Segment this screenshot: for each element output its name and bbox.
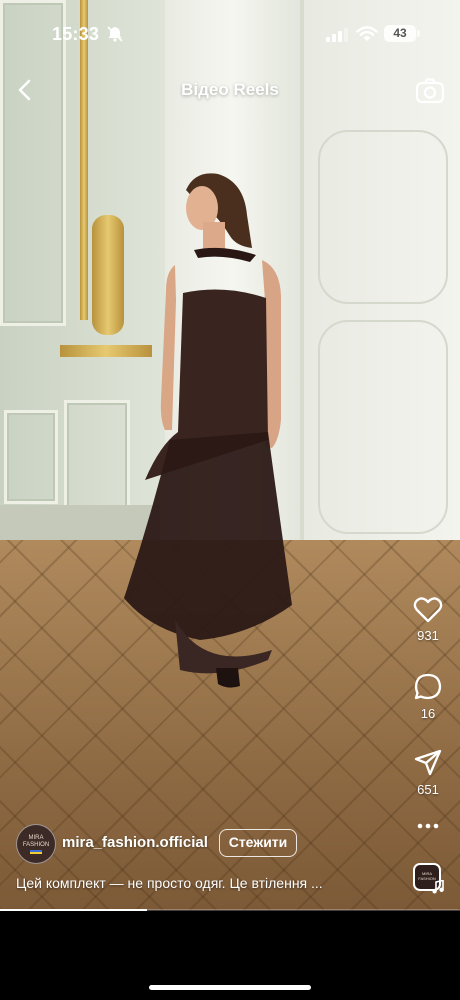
comment-count: 16 bbox=[420, 706, 436, 721]
avatar[interactable]: MIRA FASHION bbox=[16, 824, 56, 864]
comment-action[interactable]: 16 bbox=[404, 672, 452, 721]
video-player[interactable] bbox=[0, 0, 460, 910]
flag-icon bbox=[30, 850, 42, 854]
ellipsis-icon[interactable] bbox=[417, 822, 439, 830]
follow-button[interactable]: Стежити bbox=[219, 829, 297, 857]
home-indicator[interactable] bbox=[149, 985, 311, 990]
share-count: 651 bbox=[417, 782, 439, 797]
camera-icon[interactable] bbox=[414, 76, 446, 106]
username[interactable]: mira_fashion.official bbox=[62, 834, 208, 851]
wifi-icon bbox=[356, 26, 378, 41]
model-figure bbox=[124, 173, 292, 688]
cellular-signal-icon bbox=[326, 28, 348, 42]
share-action[interactable]: 651 bbox=[404, 748, 452, 797]
status-bar: 15:33 43 bbox=[0, 0, 460, 68]
more-options[interactable] bbox=[404, 822, 452, 830]
page-title: Відео Reels bbox=[181, 80, 279, 99]
heart-icon[interactable] bbox=[413, 596, 443, 624]
music-note-icon bbox=[432, 880, 444, 894]
comment-bubble-icon[interactable] bbox=[413, 672, 443, 702]
battery-cap bbox=[417, 30, 420, 37]
like-action[interactable]: 931 bbox=[404, 596, 452, 643]
status-time: 15:33 bbox=[52, 24, 100, 44]
avatar-label: MIRA FASHION bbox=[22, 835, 50, 848]
bell-slash-icon bbox=[107, 26, 123, 42]
battery-indicator: 43 bbox=[384, 25, 416, 42]
reels-screen: 15:33 43 Відео Reels 931 16 651 MIRA FAS… bbox=[0, 0, 460, 1000]
caption[interactable]: Цей комплект — не просто одяг. Це втілен… bbox=[16, 875, 356, 891]
paper-plane-icon[interactable] bbox=[413, 748, 443, 778]
like-count: 931 bbox=[417, 628, 439, 643]
